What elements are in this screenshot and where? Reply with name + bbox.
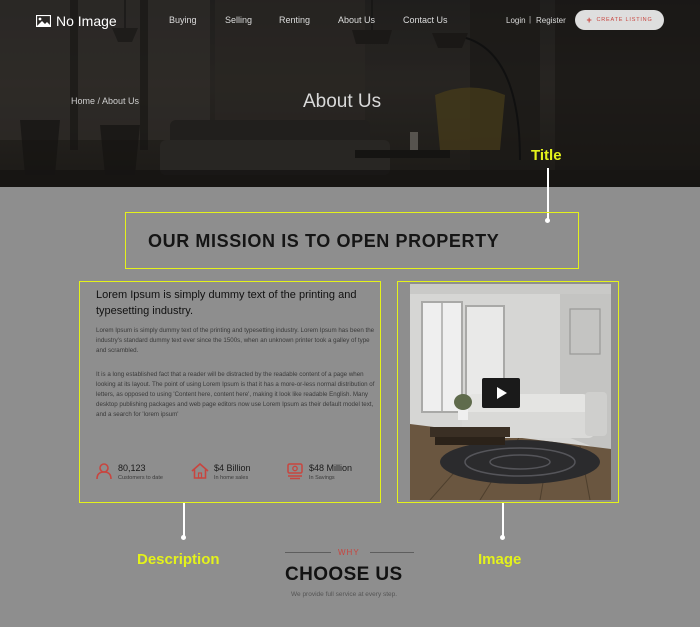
mission-paragraph-2: It is a long established fact that a rea…	[96, 371, 375, 418]
annotation-image-dot	[500, 535, 505, 540]
login-link[interactable]: Login	[506, 16, 526, 25]
site-logo[interactable]: No Image	[36, 13, 117, 29]
nav-buying[interactable]: Buying	[169, 15, 197, 25]
divider-left	[285, 552, 331, 553]
image-placeholder-icon	[36, 15, 51, 27]
register-link[interactable]: Register	[536, 16, 566, 25]
stat-caption: In home sales	[214, 475, 249, 481]
auth-separator: |	[529, 15, 532, 24]
home-icon	[191, 462, 209, 479]
breadcrumb[interactable]: Home / About Us	[71, 96, 139, 106]
stat-value: $48 Million	[309, 463, 353, 473]
nav-selling[interactable]: Selling	[225, 15, 252, 25]
nav-about-us[interactable]: About Us	[338, 15, 375, 25]
user-icon	[96, 463, 112, 480]
stat-customers: 80,123 Customers to date	[95, 462, 163, 482]
play-icon	[497, 387, 507, 399]
stat-caption: In Savings	[309, 475, 335, 481]
mission-paragraph-1: Lorem Ipsum is simply dummy text of the …	[96, 327, 375, 354]
video-play-button[interactable]	[482, 378, 520, 408]
savings-icon	[287, 463, 303, 480]
page-title: About Us	[303, 91, 382, 112]
nav-renting[interactable]: Renting	[279, 15, 310, 25]
nav-contact-us[interactable]: Contact Us	[403, 15, 448, 25]
stat-home-sales: $4 Billion In home sales	[191, 462, 251, 482]
annotation-image-connector	[502, 503, 504, 537]
why-eyebrow: WHY	[338, 548, 360, 557]
create-listing-label: CREATE LISTING	[596, 17, 653, 23]
stat-value: $4 Billion	[214, 463, 251, 473]
mission-heading: OUR MISSION IS TO OPEN PROPERTY	[148, 231, 500, 251]
create-listing-button[interactable]: + CREATE LISTING	[575, 10, 664, 30]
stat-caption: Customers to date	[118, 475, 163, 481]
divider-right	[370, 552, 414, 553]
mission-lead: Lorem Ipsum is simply dummy text of the …	[96, 289, 357, 317]
choose-us-subtitle: We provide full service at every step.	[291, 591, 398, 598]
stat-savings: $48 Million In Savings	[286, 462, 352, 482]
choose-us-heading: CHOOSE US	[285, 564, 403, 585]
annotation-description-label: Description	[137, 551, 220, 568]
annotation-image-label: Image	[478, 551, 522, 568]
annotation-description-connector	[183, 503, 185, 537]
annotation-description-dot	[181, 535, 186, 540]
logo-text: No Image	[56, 13, 117, 29]
hero-banner: No Image Buying Selling Renting About Us…	[0, 0, 700, 187]
annotation-title-label: Title	[531, 147, 562, 164]
stat-value: 80,123	[118, 463, 146, 473]
plus-icon: +	[586, 15, 593, 25]
